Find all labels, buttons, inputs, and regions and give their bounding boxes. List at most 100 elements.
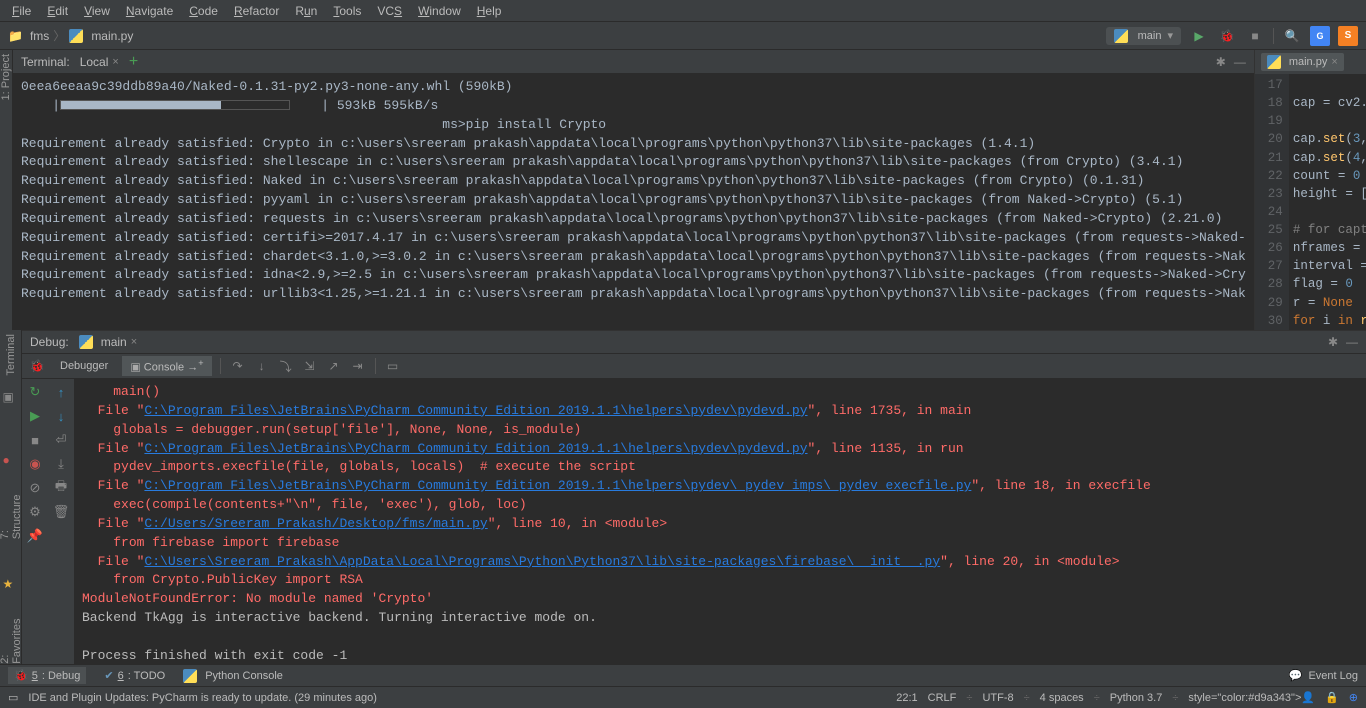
traceback-link[interactable]: C:\Program Files\JetBrains\PyCharm Commu…	[144, 441, 807, 456]
status-message[interactable]: IDE and Plugin Updates: PyCharm is ready…	[28, 692, 377, 704]
gear-icon[interactable]: ✱	[1328, 335, 1338, 349]
breakpoint-icon[interactable]: ●	[3, 453, 19, 469]
menu-run[interactable]: Run	[287, 4, 325, 18]
traceback-link[interactable]: C:\Program Files\JetBrains\PyCharm Commu…	[144, 478, 971, 493]
menu-code[interactable]: Code	[181, 4, 226, 18]
code-editor[interactable]: 17 18 19 20 21 22 23 24 25 26 27 28 29 3…	[1255, 74, 1366, 330]
breadcrumb-separator: 〉	[53, 27, 65, 44]
menu-vcs[interactable]: VCS	[369, 4, 410, 18]
run-to-cursor-icon[interactable]: ⇥	[349, 357, 367, 375]
debugger-tab[interactable]: Debugger	[52, 358, 116, 374]
print-icon[interactable]: 🖶	[52, 479, 70, 497]
step-out-icon[interactable]: ↗	[325, 357, 343, 375]
python-console-tool-tab[interactable]: Python Console	[183, 669, 283, 683]
chevron-down-icon: ▾	[1167, 29, 1173, 42]
close-icon[interactable]: ×	[131, 336, 137, 348]
line-separator[interactable]: CRLF	[928, 692, 957, 704]
bug-icon: 🐞	[14, 669, 28, 682]
event-log-tab[interactable]: Event Log	[1308, 670, 1358, 682]
settings-icon[interactable]: ⚙	[26, 503, 44, 521]
force-step-icon[interactable]: ⇲	[301, 357, 319, 375]
step-into-icon[interactable]: ↓	[253, 357, 271, 375]
debug-tool-tab[interactable]: 🐞 5: 5: DebugDebug	[8, 667, 86, 684]
step-into-my-icon[interactable]: ⤵	[277, 357, 295, 375]
traceback-link[interactable]: C:\Users\Sreeram Prakash\AppData\Local\P…	[144, 554, 940, 569]
traceback-link[interactable]: C:/Users/Sreeram Prakash/Desktop/fms/mai…	[144, 516, 487, 531]
favorites-tool-tab[interactable]: 2: Favorites	[0, 607, 23, 664]
console-controls: ↑ ↓ ⏎ ⤓ 🖶 🗑	[48, 379, 74, 670]
run-config-selector[interactable]: main ▾	[1106, 27, 1181, 45]
python-icon	[1114, 29, 1128, 43]
close-icon[interactable]: ×	[1331, 56, 1337, 68]
editor-panel: main.py × 17 18 19 20 21 22 23 24 25 26 …	[1254, 50, 1366, 330]
terminal-tab-local[interactable]: Local ×	[80, 55, 119, 69]
menu-refactor[interactable]: Refactor	[226, 4, 287, 18]
python-file-icon	[69, 29, 83, 43]
menu-help[interactable]: Help	[469, 4, 510, 18]
mute-breakpoints-icon[interactable]: ⊘	[26, 479, 44, 497]
debug-button[interactable]: 🐞	[1217, 26, 1237, 46]
terminal-panel: Terminal: Local × + ✱ — 0eea6eeaa9c39ddb…	[13, 50, 1254, 330]
python-file-icon	[1267, 55, 1281, 69]
search-icon[interactable]: 🔍	[1282, 26, 1302, 46]
evaluate-icon[interactable]: ▭	[384, 357, 402, 375]
menu-bar: FFileile Edit View Navigate Code Refacto…	[0, 0, 1366, 22]
stop-button[interactable]: ■	[1245, 26, 1265, 46]
breadcrumb-folder[interactable]: fms	[30, 29, 49, 43]
resume-icon[interactable]: ▶	[26, 407, 44, 425]
structure-tool-tab[interactable]: 7: Structure	[0, 483, 23, 539]
menu-view[interactable]: View	[76, 4, 118, 18]
menu-window[interactable]: Window	[410, 4, 469, 18]
caret-position[interactable]: 22:1	[896, 692, 917, 704]
todo-icon: ✔	[104, 669, 113, 682]
lock-icon[interactable]: 🔒	[1325, 691, 1339, 704]
traceback-link[interactable]: C:\Program Files\JetBrains\PyCharm Commu…	[144, 403, 807, 418]
menu-navigate[interactable]: Navigate	[118, 4, 181, 18]
status-icon[interactable]: ▭	[8, 691, 18, 704]
navigation-bar: fms 〉 main.py main ▾ ▶ 🐞 ■ 🔍 G S	[0, 22, 1366, 50]
file-encoding[interactable]: UTF-8	[982, 692, 1013, 704]
debug-console-output[interactable]: main() File "C:\Program Files\JetBrains\…	[74, 379, 1366, 670]
pin-icon[interactable]: 📌	[26, 527, 44, 545]
down-icon[interactable]: ↓	[52, 407, 70, 425]
stackoverflow-search-icon[interactable]: S	[1338, 26, 1358, 46]
new-terminal-button[interactable]: +	[129, 53, 138, 71]
menu-edit[interactable]: Edit	[39, 4, 76, 18]
wrap-icon[interactable]: ⏎	[52, 431, 70, 449]
project-tool-tab[interactable]: 1: Project	[0, 54, 12, 100]
folder-icon	[8, 29, 26, 43]
up-icon[interactable]: ↑	[52, 383, 70, 401]
menu-file[interactable]: FFileile	[4, 4, 39, 18]
terminal-output[interactable]: 0eea6eeaa9c39ddb89a40/Naked-0.1.31-py2.p…	[13, 74, 1254, 330]
menu-tools[interactable]: Tools	[325, 4, 369, 18]
minimize-icon[interactable]: —	[1234, 55, 1246, 69]
goto-icon[interactable]: ⊕	[1349, 691, 1358, 704]
gear-icon[interactable]: ✱	[1216, 55, 1226, 69]
terminal-tool-tab[interactable]: Terminal	[5, 334, 17, 376]
python-icon	[79, 335, 93, 349]
indent-setting[interactable]: 4 spaces	[1040, 692, 1084, 704]
left-tool-tabs: 1: Project	[0, 50, 13, 330]
editor-tab-main[interactable]: main.py ×	[1261, 53, 1344, 71]
terminal-icon[interactable]: ▣	[3, 390, 19, 406]
scroll-icon[interactable]: ⤓	[52, 455, 70, 473]
inspection-icon[interactable]: style="color:#d9a343">👤	[1188, 691, 1315, 704]
run-button[interactable]: ▶	[1189, 26, 1209, 46]
clear-icon[interactable]: 🗑	[52, 503, 70, 521]
debug-config-tab[interactable]: main ×	[79, 335, 137, 349]
line-gutter: 17 18 19 20 21 22 23 24 25 26 27 28 29 3…	[1255, 74, 1289, 330]
stop-icon[interactable]: ■	[26, 431, 44, 449]
todo-tool-tab[interactable]: ✔ 6: TODO	[104, 669, 165, 682]
rerun-icon[interactable]: ↻	[26, 383, 44, 401]
python-interpreter[interactable]: Python 3.7	[1110, 692, 1163, 704]
console-tab[interactable]: ▣ Console →+	[122, 356, 211, 376]
left-rail: Terminal ▣ ● 7: Structure ★ 2: Favorites	[0, 330, 22, 664]
python-icon	[183, 669, 197, 683]
star-icon[interactable]: ★	[3, 577, 19, 593]
close-icon[interactable]: ×	[112, 56, 118, 68]
view-breakpoints-icon[interactable]: ◉	[26, 455, 44, 473]
minimize-icon[interactable]: —	[1346, 335, 1358, 349]
step-over-icon[interactable]: ↷	[229, 357, 247, 375]
google-search-icon[interactable]: G	[1310, 26, 1330, 46]
breadcrumb-file[interactable]: main.py	[91, 29, 133, 43]
